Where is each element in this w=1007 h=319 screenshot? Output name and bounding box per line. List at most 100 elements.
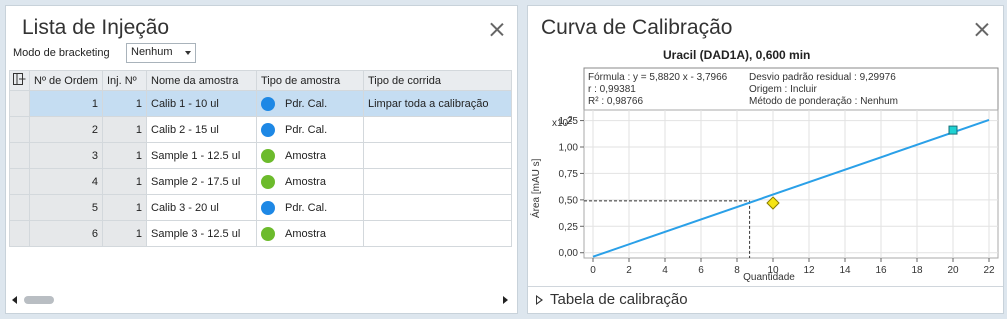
y-tick-label: 0,25 <box>559 222 579 233</box>
injection-list-panel: Lista de Injeção Modo de bracketing Nenh… <box>5 5 518 314</box>
cell-sample-type[interactable]: Pdr. Cal. <box>256 116 364 143</box>
cell-sample-type[interactable]: Amostra <box>256 142 364 169</box>
cell-order[interactable]: 4 <box>29 168 103 195</box>
sample-type-label: Pdr. Cal. <box>285 201 328 214</box>
calibration-title: Curva de Calibração <box>541 16 733 39</box>
y-tick-label: 1,00 <box>559 143 579 154</box>
y-tick-label: 0,50 <box>559 195 579 206</box>
row-selector[interactable] <box>9 194 30 221</box>
cell-run-type[interactable]: Limpar toda a calibração <box>363 90 512 117</box>
calibration-chart: Uracil (DAD1A), 0,600 min Fórmula : y = … <box>529 48 999 283</box>
chart-title: Uracil (DAD1A), 0,600 min <box>663 48 810 62</box>
scroll-left-icon[interactable] <box>12 296 17 304</box>
plot-area <box>583 109 999 259</box>
cell-run-type[interactable] <box>363 116 512 143</box>
table-header-row: Nº de Ordem Inj. Nº Nome da amostra Tipo… <box>9 70 512 91</box>
cell-inj[interactable]: 1 <box>102 142 147 169</box>
cell-sample-type[interactable]: Amostra <box>256 220 364 247</box>
cell-sample-name[interactable]: Calib 1 - 10 ul <box>146 90 257 117</box>
scroll-thumb[interactable] <box>24 296 54 304</box>
x-tick-label: 6 <box>698 265 704 276</box>
calibration-table-toggle[interactable]: Tabela de calibração <box>528 286 1003 313</box>
cell-sample-type[interactable]: Pdr. Cal. <box>256 194 364 221</box>
chevron-right-icon <box>536 295 543 305</box>
column-header-sample-type[interactable]: Tipo de amostra <box>256 70 364 91</box>
bracketing-value: Nenhum <box>131 46 173 58</box>
formula-text: Fórmula : y = 5,8820 x - 3,7966 <box>588 72 728 83</box>
chevron-down-icon <box>185 51 191 55</box>
injection-list-title: Lista de Injeção <box>22 16 170 39</box>
cell-order[interactable]: 6 <box>29 220 103 247</box>
cell-inj[interactable]: 1 <box>102 220 147 247</box>
cell-inj[interactable]: 1 <box>102 116 147 143</box>
y-tick-label: 0,75 <box>559 169 579 180</box>
x-tick-label: 16 <box>875 265 887 276</box>
x-tick-label: 12 <box>803 265 815 276</box>
cell-sample-type[interactable]: Pdr. Cal. <box>256 90 364 117</box>
table-row[interactable]: 1 1 Calib 1 - 10 ul Pdr. Cal. Limpar toda a … <box>9 90 512 117</box>
row-selector[interactable] <box>9 142 30 169</box>
bracketing-label: Modo de bracketing <box>13 47 110 59</box>
cell-sample-name[interactable]: Sample 3 - 12.5 ul <box>146 220 257 247</box>
close-icon[interactable] <box>973 20 991 38</box>
column-chooser-icon <box>13 72 26 85</box>
sample-type-icon <box>261 200 275 215</box>
cell-run-type[interactable] <box>363 220 512 247</box>
cell-order[interactable]: 5 <box>29 194 103 221</box>
row-selector[interactable] <box>9 116 30 143</box>
column-header-sample-name[interactable]: Nome da amostra <box>146 70 257 91</box>
table-row[interactable]: 2 1 Calib 2 - 15 ul Pdr. Cal. <box>9 116 512 143</box>
bracketing-select[interactable]: Nenhum <box>126 43 196 63</box>
table-row[interactable]: 6 1 Sample 3 - 12.5 ul Amostra <box>9 220 512 247</box>
column-header-order[interactable]: Nº de Ordem <box>29 70 103 91</box>
column-header-inj[interactable]: Inj. Nº <box>102 70 147 91</box>
x-tick-label: 18 <box>911 265 923 276</box>
x-tick-label: 2 <box>626 265 632 276</box>
x-tick-label: 20 <box>947 265 959 276</box>
cell-inj[interactable]: 1 <box>102 90 147 117</box>
row-selector[interactable] <box>9 168 30 195</box>
cell-run-type[interactable] <box>363 142 512 169</box>
weighting-text: Método de ponderação : Nenhum <box>749 96 898 107</box>
cell-inj[interactable]: 1 <box>102 194 147 221</box>
sample-type-icon <box>261 122 275 137</box>
cell-sample-name[interactable]: Calib 3 - 20 ul <box>146 194 257 221</box>
scroll-right-icon[interactable] <box>503 296 508 304</box>
horizontal-scrollbar[interactable] <box>9 292 514 308</box>
cell-order[interactable]: 3 <box>29 142 103 169</box>
calibration-table-label: Tabela de calibração <box>550 291 688 308</box>
cell-sample-name[interactable]: Sample 2 - 17.5 ul <box>146 168 257 195</box>
row-selector[interactable] <box>9 90 30 117</box>
injection-table: Nº de Ordem Inj. Nº Nome da amostra Tipo… <box>9 70 512 247</box>
cell-run-type[interactable] <box>363 168 512 195</box>
cell-sample-name[interactable]: Sample 1 - 12.5 ul <box>146 142 257 169</box>
cell-inj[interactable]: 1 <box>102 168 147 195</box>
row-selector[interactable] <box>9 220 30 247</box>
calibration-point <box>948 125 958 135</box>
origin-text: Origem : Incluir <box>749 84 817 95</box>
sample-type-label: Amostra <box>285 227 326 240</box>
x-axis-label: Quantidade <box>743 272 795 283</box>
calibration-panel: Curva de Calibração Uracil (DAD1A), 0,60… <box>527 5 1004 314</box>
table-row[interactable]: 3 1 Sample 1 - 12.5 ul Amostra <box>9 142 512 169</box>
close-icon[interactable] <box>488 20 506 38</box>
sample-type-label: Pdr. Cal. <box>285 123 328 136</box>
sample-type-icon <box>261 148 275 163</box>
table-row[interactable]: 4 1 Sample 2 - 17.5 ul Amostra <box>9 168 512 195</box>
cell-run-type[interactable] <box>363 194 512 221</box>
x-tick-label: 8 <box>734 265 740 276</box>
x-tick-label: 14 <box>839 265 851 276</box>
cell-order[interactable]: 2 <box>29 116 103 143</box>
cell-order[interactable]: 1 <box>29 90 103 117</box>
y-axis-label: Área [mAU s] <box>529 158 542 218</box>
column-chooser-cell[interactable] <box>9 70 30 91</box>
sample-type-icon <box>261 226 275 241</box>
sample-type-label: Amostra <box>285 149 326 162</box>
cell-sample-type[interactable]: Amostra <box>256 168 364 195</box>
table-row[interactable]: 5 1 Calib 3 - 20 ul Pdr. Cal. <box>9 194 512 221</box>
r2-text: R² : 0,98766 <box>588 96 643 107</box>
cell-sample-name[interactable]: Calib 2 - 15 ul <box>146 116 257 143</box>
sample-type-label: Pdr. Cal. <box>285 97 328 110</box>
column-header-run-type[interactable]: Tipo de corrida <box>363 70 512 91</box>
sample-type-icon <box>261 96 275 111</box>
